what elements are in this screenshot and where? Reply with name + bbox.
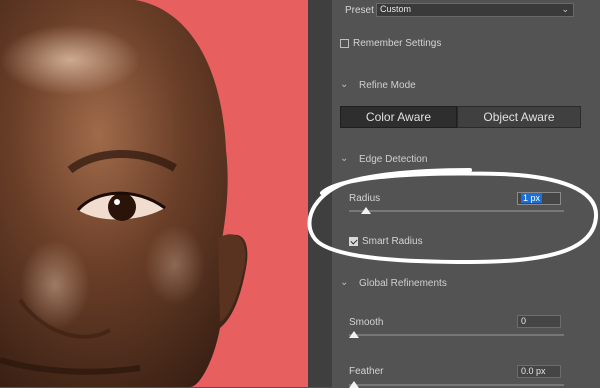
radius-slider-thumb[interactable] bbox=[361, 207, 371, 214]
image-canvas[interactable] bbox=[0, 0, 308, 387]
remember-settings-checkbox[interactable] bbox=[340, 39, 349, 48]
refine-mode-title: Refine Mode bbox=[359, 80, 416, 91]
chevron-down-icon[interactable]: ⌄ bbox=[340, 79, 348, 90]
refine-edge-panel: Preset Custom ⌄ Remember Settings ⌄ Refi… bbox=[308, 0, 600, 388]
radius-value: 1 px bbox=[521, 193, 543, 203]
smooth-label: Smooth bbox=[349, 317, 384, 328]
smart-radius-checkbox[interactable] bbox=[349, 237, 358, 246]
remember-settings-label: Remember Settings bbox=[353, 38, 442, 49]
chevron-down-icon[interactable]: ⌄ bbox=[340, 153, 348, 164]
smooth-value: 0 bbox=[521, 316, 527, 326]
object-aware-button[interactable]: Object Aware bbox=[457, 106, 581, 128]
radius-input[interactable]: 1 px bbox=[517, 192, 561, 205]
radius-slider-track[interactable] bbox=[349, 210, 564, 212]
feather-input[interactable]: 0.0 px bbox=[517, 365, 561, 378]
smooth-slider-track[interactable] bbox=[349, 334, 564, 336]
color-aware-label: Color Aware bbox=[365, 110, 432, 124]
feather-slider-track[interactable] bbox=[349, 384, 564, 386]
smart-radius-label: Smart Radius bbox=[362, 236, 423, 247]
preset-label: Preset bbox=[345, 5, 374, 16]
portrait-photo bbox=[0, 0, 308, 387]
global-refinements-title: Global Refinements bbox=[359, 278, 447, 289]
feather-value: 0.0 px bbox=[521, 366, 546, 376]
preset-value: Custom bbox=[380, 4, 412, 14]
feather-label: Feather bbox=[349, 366, 384, 377]
chevron-down-icon: ⌄ bbox=[561, 4, 569, 14]
preset-dropdown[interactable]: Custom ⌄ bbox=[376, 3, 574, 17]
radius-label: Radius bbox=[349, 193, 381, 204]
edge-detection-title: Edge Detection bbox=[359, 154, 428, 165]
smooth-input[interactable]: 0 bbox=[517, 315, 561, 328]
color-aware-button[interactable]: Color Aware bbox=[340, 106, 457, 128]
chevron-down-icon[interactable]: ⌄ bbox=[340, 277, 348, 288]
smooth-slider-thumb[interactable] bbox=[349, 331, 359, 338]
object-aware-label: Object Aware bbox=[483, 110, 555, 124]
